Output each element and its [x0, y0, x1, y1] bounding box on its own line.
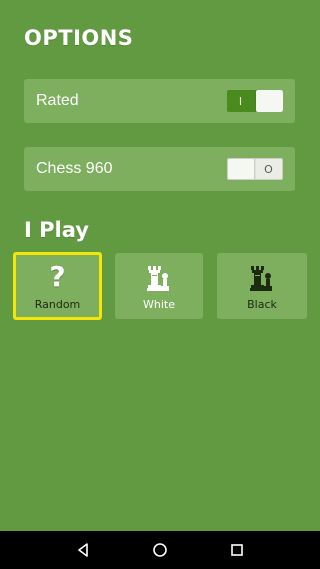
play-random-button[interactable]: ? Random	[13, 252, 102, 320]
rated-label: Rated	[36, 92, 79, 109]
home-circle-icon[interactable]	[145, 535, 175, 565]
chess960-label: Chess 960	[36, 160, 113, 177]
play-random-label: Random	[34, 298, 81, 311]
chess960-toggle[interactable]: O	[227, 158, 283, 180]
i-play-title: I Play	[24, 218, 89, 242]
black-rook-pawn-icon	[249, 262, 275, 292]
android-nav-bar	[0, 531, 320, 569]
chess960-option-row[interactable]: Chess 960 O	[24, 147, 295, 191]
play-black-label: Black	[247, 298, 277, 311]
rated-toggle-state: I	[238, 94, 243, 108]
chess960-toggle-state: O	[264, 162, 273, 176]
back-triangle-icon[interactable]	[68, 535, 98, 565]
play-white-label: White	[143, 298, 175, 311]
recents-square-icon[interactable]	[222, 535, 252, 565]
play-white-button[interactable]: White	[115, 253, 203, 319]
rated-option-row[interactable]: Rated I	[24, 79, 295, 123]
chess960-toggle-knob	[228, 159, 255, 179]
white-rook-pawn-icon	[146, 262, 172, 292]
rated-toggle[interactable]: I	[227, 90, 283, 112]
question-mark-icon: ?	[49, 260, 66, 293]
rated-toggle-knob	[256, 90, 283, 112]
page-title: OPTIONS	[24, 26, 134, 50]
play-black-button[interactable]: Black	[217, 253, 307, 319]
